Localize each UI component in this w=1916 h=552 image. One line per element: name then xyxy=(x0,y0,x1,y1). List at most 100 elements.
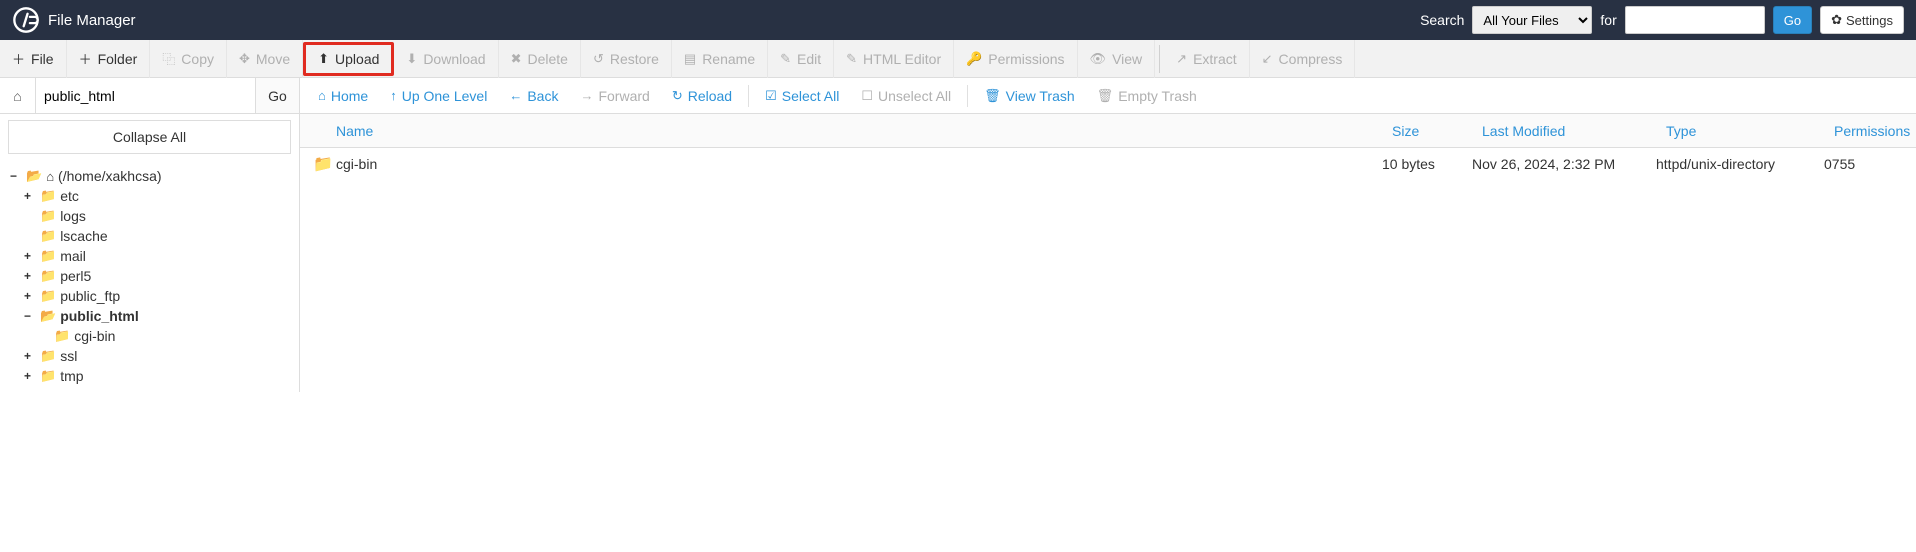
expand-toggle[interactable]: + xyxy=(24,369,36,383)
nav-empty-trash-label: Empty Trash xyxy=(1118,88,1197,104)
tree-item-etc[interactable]: +📁etc xyxy=(10,186,289,206)
html-editor-button[interactable]: ✎HTML Editor xyxy=(834,40,954,78)
tree-item-label: tmp xyxy=(60,368,83,384)
folder-icon: 📁 xyxy=(40,248,56,264)
tree-item-label: perl5 xyxy=(60,268,91,284)
col-type[interactable]: Type xyxy=(1656,123,1824,139)
tree-root-label: (/home/xakhcsa) xyxy=(58,168,161,184)
file-table: Name Size Last Modified Type Permissions… xyxy=(300,114,1916,180)
settings-button[interactable]: ✿ Settings xyxy=(1820,6,1904,34)
trash-icon: 🗑 xyxy=(984,88,1001,104)
compress-button[interactable]: ↙Compress xyxy=(1250,40,1356,78)
folder-icon: 📁 xyxy=(40,348,56,364)
tree-item-public_ftp[interactable]: +📁public_ftp xyxy=(10,286,289,306)
folder-icon: 📁 xyxy=(40,208,56,224)
upload-button[interactable]: ⬆Upload xyxy=(303,42,394,76)
nav-select-all-button[interactable]: ☑Select All xyxy=(755,78,849,114)
collapse-toggle[interactable]: − xyxy=(10,169,22,183)
upload-icon: ⬆ xyxy=(318,51,329,67)
nav-forward-button[interactable]: → Forward xyxy=(570,78,659,114)
table-row[interactable]: 📁cgi-bin10 bytesNov 26, 2024, 2:32 PMhtt… xyxy=(300,148,1916,180)
restore-icon: ↺ xyxy=(593,51,604,67)
expand-toggle[interactable]: + xyxy=(24,349,36,363)
permissions-button[interactable]: 🔑Permissions xyxy=(954,40,1077,78)
rename-label: Rename xyxy=(702,51,755,67)
download-icon: ⬇ xyxy=(406,51,417,67)
nav-reload-button[interactable]: ↻Reload xyxy=(662,78,742,114)
trash-icon: 🗑 xyxy=(1097,88,1114,104)
rename-icon: ▤ xyxy=(684,51,696,67)
restore-button[interactable]: ↺Restore xyxy=(581,40,672,78)
expand-toggle[interactable]: − xyxy=(24,309,36,323)
new-file-button[interactable]: ＋File xyxy=(0,40,67,78)
tree-item-ssl[interactable]: +📁ssl xyxy=(10,346,289,366)
collapse-all-button[interactable]: Collapse All xyxy=(8,120,291,154)
col-name[interactable]: Name xyxy=(300,123,1382,139)
path-go-button[interactable]: Go xyxy=(255,78,299,113)
permissions-label: Permissions xyxy=(988,51,1064,67)
tree-item-lscache[interactable]: 📁lscache xyxy=(10,226,289,246)
tree-item-perl5[interactable]: +📁perl5 xyxy=(10,266,289,286)
toolbar-separator xyxy=(1159,45,1160,73)
search-scope-select[interactable]: All Your Files xyxy=(1472,6,1592,34)
folder-open-icon: 📂 xyxy=(40,308,56,324)
extract-button[interactable]: ↗Extract xyxy=(1164,40,1249,78)
tree-item-tmp[interactable]: +📁tmp xyxy=(10,366,289,386)
nav-forward-label: Forward xyxy=(598,88,649,104)
tree-item-logs[interactable]: 📁logs xyxy=(10,206,289,226)
folder-icon: 📁 xyxy=(300,154,336,174)
right-arrow-icon: → xyxy=(580,88,593,103)
col-permissions[interactable]: Permissions xyxy=(1824,123,1916,139)
home-button[interactable]: ⌂ xyxy=(0,78,36,113)
content-area: ⌂Home ↑Up One Level ←Back → Forward ↻Relo… xyxy=(300,78,1916,392)
eye-icon: 👁 xyxy=(1090,51,1107,67)
delete-button[interactable]: ✖ Delete xyxy=(499,40,581,78)
col-modified[interactable]: Last Modified xyxy=(1472,123,1656,139)
delete-label: Delete xyxy=(527,51,567,67)
path-input[interactable] xyxy=(36,78,255,113)
nav-separator xyxy=(748,85,749,107)
nav-home-button[interactable]: ⌂Home xyxy=(308,78,378,114)
search-input[interactable] xyxy=(1625,6,1765,34)
expand-toggle[interactable]: + xyxy=(24,269,36,283)
new-folder-button[interactable]: ＋Folder xyxy=(67,40,151,78)
folder-icon: 📁 xyxy=(40,188,56,204)
copy-button[interactable]: ⿻Copy xyxy=(150,40,227,78)
search-label: Search xyxy=(1420,12,1464,28)
move-label: Move xyxy=(256,51,290,67)
delete-icon: ✖ xyxy=(511,51,522,67)
html-editor-label: HTML Editor xyxy=(863,51,941,67)
folder-icon: 📁 xyxy=(40,228,56,244)
move-icon: ✥ xyxy=(239,51,250,67)
nav-view-trash-button[interactable]: 🗑View Trash xyxy=(974,78,1085,114)
col-size[interactable]: Size xyxy=(1382,123,1472,139)
download-button[interactable]: ⬇ Download xyxy=(394,40,498,78)
tree-item-label: public_html xyxy=(60,308,139,324)
edit-button[interactable]: ✎Edit xyxy=(768,40,834,78)
home-icon: ⌂ xyxy=(13,88,21,104)
nav-unselect-all-button[interactable]: ☐Unselect All xyxy=(851,78,961,114)
cell-modified: Nov 26, 2024, 2:32 PM xyxy=(1472,156,1656,172)
tree-root[interactable]: − 📂 ⌂ (/home/xakhcsa) xyxy=(10,166,289,186)
expand-toggle[interactable]: + xyxy=(24,289,36,303)
expand-toggle[interactable]: + xyxy=(24,249,36,263)
nav-back-button[interactable]: ←Back xyxy=(499,78,568,114)
nav-up-button[interactable]: ↑Up One Level xyxy=(380,78,497,114)
search-go-button[interactable]: Go xyxy=(1773,6,1812,34)
tree-item-cgi-bin[interactable]: 📁cgi-bin xyxy=(10,326,289,346)
download-label: Download xyxy=(423,51,485,67)
new-folder-label: Folder xyxy=(98,51,138,67)
expand-toggle[interactable]: + xyxy=(24,189,36,203)
tree-item-mail[interactable]: +📁mail xyxy=(10,246,289,266)
cell-size: 10 bytes xyxy=(1382,156,1472,172)
move-button[interactable]: ✥ Move xyxy=(227,40,303,78)
reload-icon: ↻ xyxy=(672,88,683,104)
table-header: Name Size Last Modified Type Permissions xyxy=(300,114,1916,148)
view-button[interactable]: 👁View xyxy=(1078,40,1156,78)
left-arrow-icon: ← xyxy=(509,88,522,103)
rename-button[interactable]: ▤ Rename xyxy=(672,40,768,78)
tree-item-label: logs xyxy=(60,208,86,224)
tree-item-public_html[interactable]: −📂public_html xyxy=(10,306,289,326)
extract-label: Extract xyxy=(1193,51,1237,67)
nav-empty-trash-button[interactable]: 🗑Empty Trash xyxy=(1087,78,1207,114)
